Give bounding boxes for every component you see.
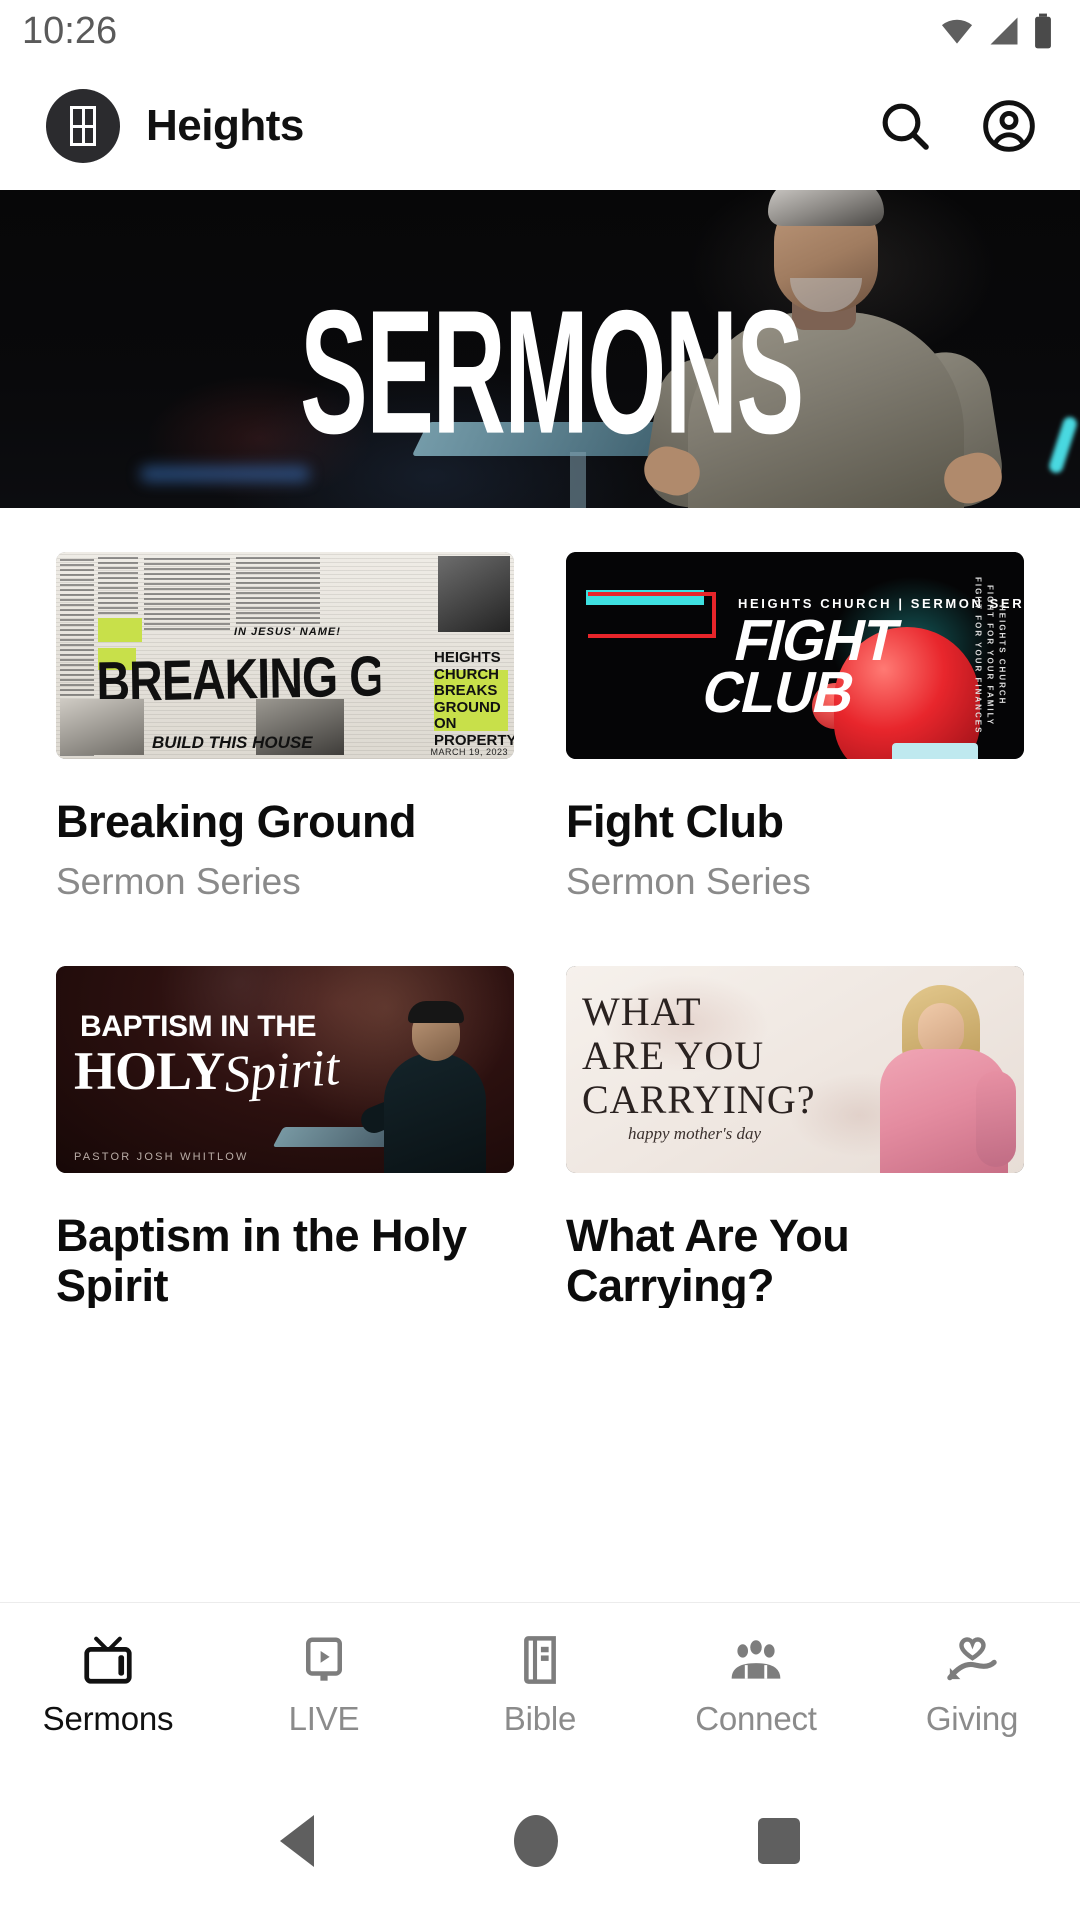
fc-side-1: FIGHT FOR YOUR FINANCES (973, 576, 983, 735)
account-icon (983, 100, 1035, 152)
bp-credit: PASTOR JOSH WHITLOW (74, 1150, 249, 1163)
nav-label-sermons: Sermons (42, 1699, 174, 1737)
wc-line-2: ARE YOU (582, 1032, 765, 1078)
card-title: What Are You Carrying? (566, 1209, 850, 1308)
nav-item-sermons[interactable]: Sermons (0, 1628, 216, 1738)
bp-line-2: HOLY (74, 1040, 225, 1101)
fc-side-3: HEIGHTS CHURCH (997, 605, 1007, 706)
account-button[interactable] (980, 97, 1038, 155)
wc-line-4: happy mother's day (628, 1123, 762, 1143)
status-time: 10:26 (22, 9, 118, 52)
np-date: MARCH 19, 2023 (430, 747, 508, 757)
newspaper-collage-art: IN JESUS' NAME! BREAKING GROUND BUILD TH… (56, 552, 514, 759)
fight-club-art: HEIGHTS CHURCH | SERMON SERIES FIGHT CLU… (566, 552, 1024, 759)
nav-label-live: LIVE (288, 1699, 360, 1737)
fc-word-2: CLUB (696, 660, 861, 725)
hero-banner[interactable]: SERMONS (0, 190, 1080, 508)
sermon-series-grid: IN JESUS' NAME! BREAKING GROUND BUILD TH… (0, 508, 1080, 1308)
sermon-card-fight-club[interactable]: HEIGHTS CHURCH | SERMON SERIES FIGHT CLU… (566, 552, 1024, 904)
nav-item-giving[interactable]: Giving (864, 1628, 1080, 1738)
search-icon (882, 103, 929, 150)
card-title: Fight Club (566, 796, 784, 847)
app-header: Heights (0, 62, 1080, 190)
card-subtitle: Sermon Series (566, 861, 811, 903)
sermon-card-baptism-holy-spirit[interactable]: BAPTISM IN THE HOLY Spirit PASTOR JOSH W… (56, 965, 514, 1308)
bp-pastor (357, 1000, 494, 1173)
bp-line-3: Spirit (222, 1038, 342, 1104)
sermon-card-what-are-you-carrying[interactable]: WHAT ARE YOU CARRYING? happy mother's da… (566, 965, 1024, 1308)
android-system-nav (0, 1762, 1080, 1920)
card-thumbnail[interactable]: BAPTISM IN THE HOLY Spirit PASTOR JOSH W… (56, 965, 514, 1173)
nav-label-connect: Connect (695, 1699, 817, 1737)
np-subheadline: BUILD THIS HOUSE (152, 733, 313, 753)
mothers-day-art: WHAT ARE YOU CARRYING? happy mother's da… (566, 965, 1024, 1173)
wc-line-1: WHAT (582, 988, 702, 1034)
bottom-navigation-bar: Sermons LIVE Bible Connect Giving (0, 1602, 1080, 1762)
card-thumbnail[interactable]: HEIGHTS CHURCH | SERMON SERIES FIGHT CLU… (566, 552, 1024, 759)
card-title: Breaking Ground (56, 796, 417, 847)
heights-logo[interactable] (46, 89, 120, 163)
page-title: Heights (146, 101, 304, 150)
wc-woman (872, 977, 1018, 1173)
np-quote: IN JESUS' NAME! (234, 626, 341, 638)
recents-button[interactable] (758, 1818, 800, 1864)
people-group-icon (725, 1628, 787, 1686)
hero-stage-light (140, 466, 310, 482)
nav-item-live[interactable]: LIVE (216, 1628, 432, 1738)
fc-red-box (588, 592, 716, 638)
heights-monogram-icon (70, 106, 96, 146)
card-thumbnail[interactable]: IN JESUS' NAME! BREAKING GROUND BUILD TH… (56, 552, 514, 759)
cellular-signal-icon (990, 17, 1018, 45)
wc-line-3: CARRYING? (582, 1076, 816, 1122)
nav-label-bible: Bible (503, 1699, 577, 1737)
home-button[interactable] (514, 1815, 558, 1867)
baptism-art: BAPTISM IN THE HOLY Spirit PASTOR JOSH W… (56, 965, 514, 1173)
nav-item-connect[interactable]: Connect (648, 1628, 864, 1738)
app-header-actions (876, 97, 1038, 155)
tv-icon (79, 1628, 137, 1686)
card-title: Baptism in the Holy Spirit (56, 1209, 467, 1308)
wifi-icon (941, 19, 973, 44)
nav-item-bible[interactable]: Bible (432, 1628, 648, 1738)
card-thumbnail[interactable]: WHAT ARE YOU CARRYING? happy mother's da… (566, 965, 1024, 1173)
fc-side-text: FIGHT FOR YOUR FINANCES FIGHT FOR YOUR F… (958, 552, 1022, 759)
nav-label-giving: Giving (925, 1699, 1019, 1737)
card-subtitle: Sermon Series (56, 861, 301, 903)
sermon-card-breaking-ground[interactable]: IN JESUS' NAME! BREAKING GROUND BUILD TH… (56, 552, 514, 904)
status-bar: 10:26 (0, 0, 1080, 62)
search-button[interactable] (876, 97, 934, 155)
fc-side-2: FIGHT FOR YOUR FAMILY (985, 584, 995, 727)
bp-line-1: BAPTISM IN THE (80, 1009, 317, 1043)
battery-icon (1035, 13, 1051, 49)
chains-highlight-1 (98, 618, 142, 642)
hand-heart-icon (944, 1628, 1000, 1686)
hero-headline: SERMONS (300, 275, 804, 472)
back-button[interactable] (280, 1815, 314, 1867)
app-screen: 10:26 Heights SERMONS IN JESUS' NAME! BR… (0, 0, 1080, 1920)
np-banner: HEIGHTS CHURCH BREAKS GROUND ON PROPERTY (434, 649, 514, 749)
live-stream-icon (297, 1628, 351, 1686)
bible-book-icon (515, 1628, 565, 1686)
status-icons (938, 12, 1054, 50)
